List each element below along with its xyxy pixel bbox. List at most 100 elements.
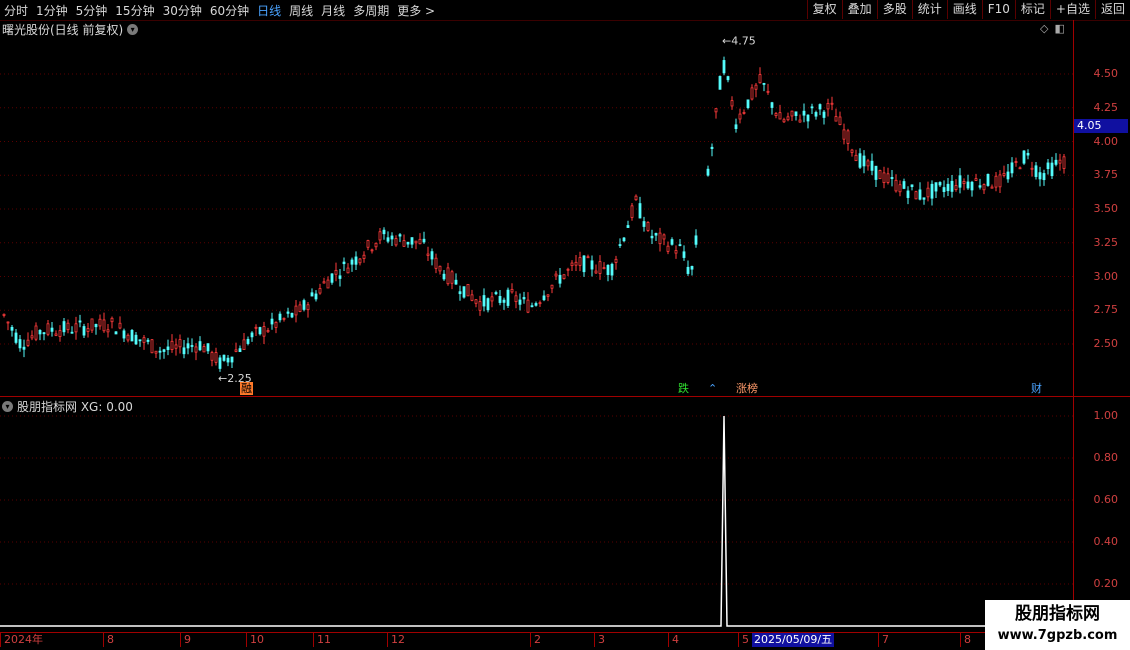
candle-body xyxy=(982,184,986,191)
candle-body xyxy=(998,174,1002,188)
candle xyxy=(810,103,814,115)
candle xyxy=(1050,156,1054,179)
candle-body xyxy=(230,356,234,363)
candle xyxy=(570,260,574,271)
candle-body xyxy=(1014,161,1018,163)
candle xyxy=(526,292,530,314)
candle xyxy=(958,168,962,194)
candle-body xyxy=(634,195,638,201)
candle xyxy=(294,300,298,323)
candle-body xyxy=(886,173,890,183)
candle xyxy=(130,329,134,342)
price-tick-label: 4.25 xyxy=(1093,100,1119,114)
candle-body xyxy=(458,291,462,295)
candle xyxy=(510,283,514,294)
candle-body xyxy=(866,160,870,167)
candle-body xyxy=(302,300,306,310)
candle-body xyxy=(990,186,994,189)
candle xyxy=(738,108,742,124)
candle xyxy=(630,202,634,221)
candle xyxy=(218,355,222,372)
candle-body xyxy=(90,318,94,331)
candle-body xyxy=(694,235,698,245)
candle-body xyxy=(42,332,46,335)
candle-body xyxy=(490,296,494,302)
candle-body xyxy=(10,326,14,331)
candle xyxy=(806,114,810,129)
candle-body xyxy=(426,253,430,256)
candle xyxy=(794,111,798,121)
candle-body xyxy=(894,179,898,192)
candle xyxy=(270,312,274,330)
price-tick-label: 2.50 xyxy=(1093,337,1119,350)
candle-body xyxy=(650,235,654,239)
candle xyxy=(458,285,462,301)
candle-body xyxy=(1046,162,1050,170)
candle-body xyxy=(422,238,426,243)
candle-body xyxy=(574,261,578,266)
candle xyxy=(646,221,650,232)
candle-body xyxy=(210,352,214,361)
candle xyxy=(414,240,418,250)
candle xyxy=(518,293,522,311)
candle xyxy=(406,241,410,248)
candle xyxy=(558,267,562,288)
candle-body xyxy=(906,190,910,198)
candle xyxy=(1054,153,1058,167)
candle xyxy=(990,184,994,189)
candle xyxy=(290,312,294,319)
gain-list-event-marker[interactable]: 涨榜 xyxy=(735,382,759,395)
candle-body xyxy=(494,292,498,295)
candle-body xyxy=(374,242,378,248)
indicator-tick-label: 0.80 xyxy=(1093,451,1119,464)
candle xyxy=(18,334,22,352)
candle-body xyxy=(642,221,646,227)
back-button[interactable]: 返回 xyxy=(1094,0,1130,19)
candle-body xyxy=(14,332,18,343)
price-axis-border xyxy=(1073,20,1074,646)
candle-body xyxy=(434,257,438,269)
candle xyxy=(970,180,974,197)
candle xyxy=(38,329,42,341)
candle-body xyxy=(18,339,22,349)
candle xyxy=(590,255,594,277)
candle-body xyxy=(766,90,770,93)
candle-body xyxy=(386,237,390,242)
candle xyxy=(910,184,914,191)
candle xyxy=(382,227,386,240)
candle-body xyxy=(266,330,270,333)
candle-body xyxy=(22,346,26,350)
candle xyxy=(474,298,478,308)
candle xyxy=(954,179,958,192)
candle-body xyxy=(594,270,598,274)
selected-date-label: 2025/05/09/五 xyxy=(752,633,835,647)
candle xyxy=(78,314,82,328)
candle-body xyxy=(622,237,626,242)
price-tick-label: 3.50 xyxy=(1093,202,1119,215)
candle xyxy=(242,332,246,350)
finance-event-marker[interactable]: 财 xyxy=(1030,382,1043,395)
candle xyxy=(102,312,106,333)
margin-event-marker[interactable]: 融 xyxy=(240,382,253,395)
candle xyxy=(454,273,458,285)
candle-body xyxy=(310,292,314,297)
candle xyxy=(578,251,582,272)
candle xyxy=(174,338,178,356)
drop-event-marker[interactable]: 跌 xyxy=(677,382,690,395)
candle xyxy=(398,233,402,242)
candle-body xyxy=(258,327,262,335)
date-label: 8 xyxy=(103,633,114,647)
candle-body xyxy=(366,240,370,248)
up-arrow-icon[interactable]: ⌃ xyxy=(707,382,718,395)
candle-body xyxy=(994,175,998,188)
watermark-logo: 股朋指标网 www.7gpzb.com xyxy=(985,600,1130,650)
candle xyxy=(686,260,690,276)
candle xyxy=(1062,153,1066,174)
candle xyxy=(566,267,570,276)
candle xyxy=(278,311,282,323)
price-tick-label: 4.00 xyxy=(1093,134,1119,148)
candle xyxy=(786,112,790,122)
candle-body xyxy=(718,76,722,90)
candle-body xyxy=(578,257,582,266)
candle-body xyxy=(282,317,286,320)
